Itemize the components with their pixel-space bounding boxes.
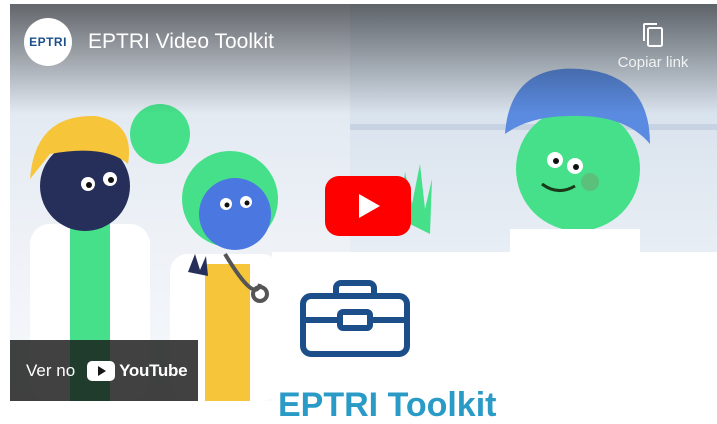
copy-link-button[interactable]: Copiar link	[607, 22, 699, 72]
panel-heading: EPTRI Toolkit	[278, 386, 497, 424]
video-header: EPTRI EPTRI Video Toolkit	[24, 18, 274, 66]
youtube-logo: YouTube	[87, 360, 188, 381]
youtube-wordmark: YouTube	[119, 360, 188, 380]
copy-link-label: Copiar link	[617, 54, 689, 71]
youtube-icon	[87, 360, 116, 381]
video-title[interactable]: EPTRI Video Toolkit	[88, 30, 274, 54]
channel-logo[interactable]: EPTRI	[24, 18, 72, 66]
channel-logo-text: EPTRI	[29, 35, 67, 49]
watch-on-youtube-button[interactable]: Ver no YouTube	[10, 340, 198, 401]
play-button[interactable]	[325, 176, 411, 236]
watch-on-label: Ver no	[26, 360, 76, 380]
video-player[interactable]: EPTRI EPTRI Video Toolkit Copiar link Ve…	[10, 4, 717, 401]
copy-icon	[643, 23, 663, 47]
toolbox-icon	[300, 280, 410, 357]
